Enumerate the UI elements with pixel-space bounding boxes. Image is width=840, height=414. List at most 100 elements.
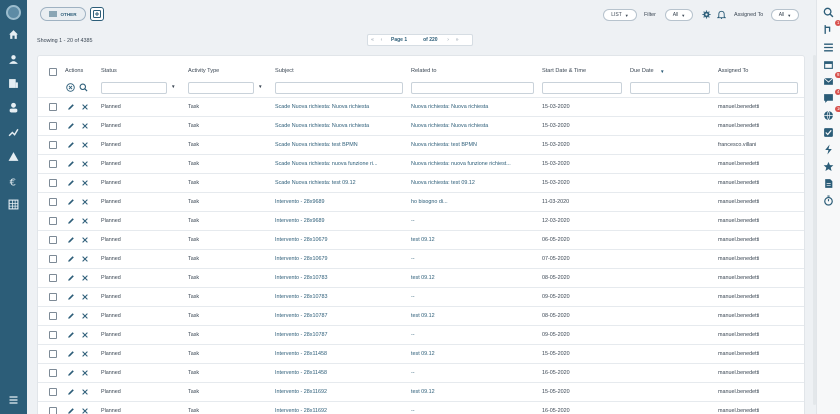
user-icon[interactable]	[8, 102, 19, 113]
subject-link[interactable]: Scade Nuova richiesta: Nuova richiesta	[275, 104, 395, 110]
table-row[interactable]: Planned Task Intervento - 28x10783 test 09.…	[38, 268, 804, 287]
due-date-filter[interactable]	[630, 82, 710, 94]
related-to-link[interactable]: --	[411, 332, 529, 338]
page-label[interactable]: Page 1	[391, 37, 407, 43]
subject-link[interactable]: Intervento - 28x11692	[275, 389, 395, 395]
close-icon[interactable]	[81, 331, 89, 339]
row-checkbox[interactable]	[49, 122, 57, 130]
table-row[interactable]: Planned Task Scade Nuova richiesta: test B…	[38, 135, 804, 154]
related-to-link[interactable]: Nuova richiesta: Nuova richiesta	[411, 123, 529, 129]
pencil-icon[interactable]	[67, 331, 75, 339]
close-icon[interactable]	[81, 369, 89, 377]
row-checkbox[interactable]	[49, 312, 57, 320]
table-row[interactable]: Planned Task Intervento - 28x11692 -- 16-05-…	[38, 401, 804, 414]
pencil-icon[interactable]	[67, 274, 75, 282]
subject-link[interactable]: Scade Nuova richiesta: nuova funzione ri…	[275, 161, 395, 167]
col-start-date[interactable]: Start Date & Time	[542, 68, 586, 74]
filter-select[interactable]: All ▼	[665, 9, 693, 21]
row-checkbox[interactable]	[49, 141, 57, 149]
assigned-to-filter[interactable]	[718, 82, 798, 94]
pencil-icon[interactable]	[67, 179, 75, 187]
related-to-link[interactable]: Nuova richiesta: test 09.12	[411, 180, 529, 186]
chat-icon[interactable]: 4	[823, 89, 840, 104]
col-status[interactable]: Status	[101, 68, 117, 74]
related-to-link[interactable]: --	[411, 370, 529, 376]
subject-link[interactable]: Intervento - 28x11458	[275, 351, 395, 357]
related-to-link[interactable]: test 09.12	[411, 313, 529, 319]
subject-link[interactable]: Scade Nuova richiesta: Nuova richiesta	[275, 123, 395, 129]
table-row[interactable]: Planned Task Intervento - 28x11458 -- 16-05-…	[38, 363, 804, 382]
row-checkbox[interactable]	[49, 274, 57, 282]
subject-link[interactable]: Intervento - 28x11458	[275, 370, 395, 376]
search-icon[interactable]	[823, 7, 834, 18]
related-to-link[interactable]: --	[411, 218, 529, 224]
related-to-link[interactable]: Nuova richiesta: nuova funzione richiest…	[411, 161, 529, 167]
row-checkbox[interactable]	[49, 331, 57, 339]
row-checkbox[interactable]	[49, 160, 57, 168]
pencil-icon[interactable]	[67, 407, 75, 414]
euro-icon[interactable]: €	[8, 176, 19, 187]
other-button[interactable]: OTHER	[40, 7, 86, 21]
add-button[interactable]	[90, 7, 104, 21]
pencil-icon[interactable]	[67, 388, 75, 396]
pencil-icon[interactable]	[67, 122, 75, 130]
globe-icon[interactable]: 169	[823, 106, 840, 121]
related-to-link[interactable]: --	[411, 408, 529, 414]
sort-desc-icon[interactable]: ▼	[660, 69, 665, 74]
subject-link[interactable]: Intervento - 28x9689	[275, 199, 395, 205]
table-row[interactable]: Planned Task Intervento - 28x10679 -- 07-05-…	[38, 249, 804, 268]
close-icon[interactable]	[81, 103, 89, 111]
related-to-link[interactable]: test 09.12	[411, 351, 529, 357]
table-row[interactable]: Planned Task Intervento - 28x10787 -- 09-05-…	[38, 325, 804, 344]
status-filter-caret-icon[interactable]: ▼	[171, 84, 176, 89]
col-related-to[interactable]: Related to	[411, 68, 437, 74]
activity-type-filter[interactable]	[188, 82, 254, 94]
stopwatch-icon[interactable]	[823, 195, 834, 206]
row-checkbox[interactable]	[49, 179, 57, 187]
pencil-icon[interactable]	[67, 293, 75, 301]
subject-link[interactable]: Scade Nuova richiesta: test 09.12	[275, 180, 395, 186]
document-icon[interactable]	[823, 178, 834, 189]
table-row[interactable]: Planned Task Intervento - 28x9689 -- 12-03-2…	[38, 211, 804, 230]
row-checkbox[interactable]	[49, 103, 57, 111]
related-to-link[interactable]: test 09.12	[411, 275, 529, 281]
prev-page-button[interactable]: ‹	[377, 37, 386, 43]
pencil-icon[interactable]	[67, 255, 75, 263]
subject-link[interactable]: Intervento - 28x10679	[275, 237, 395, 243]
col-assigned-to[interactable]: Assigned To	[718, 68, 748, 74]
activity-type-filter-caret-icon[interactable]: ▼	[258, 84, 263, 89]
pencil-icon[interactable]	[67, 236, 75, 244]
mail-icon[interactable]: 91	[823, 72, 840, 87]
pencil-icon[interactable]	[67, 312, 75, 320]
close-icon[interactable]	[81, 141, 89, 149]
close-icon[interactable]	[81, 236, 89, 244]
close-icon[interactable]	[81, 350, 89, 358]
related-to-link[interactable]: ho bisogno di...	[411, 199, 529, 205]
close-icon[interactable]	[81, 274, 89, 282]
view-mode-select[interactable]: LIST ▼	[603, 9, 637, 21]
related-to-filter[interactable]	[411, 82, 534, 94]
related-to-link[interactable]: Nuova richiesta: test BPMN	[411, 142, 529, 148]
row-checkbox[interactable]	[49, 388, 57, 396]
subject-link[interactable]: Intervento - 28x9689	[275, 218, 395, 224]
table-row[interactable]: Planned Task Intervento - 28x10679 test 09.…	[38, 230, 804, 249]
subject-link[interactable]: Scade Nuova richiesta: test BPMN	[275, 142, 395, 148]
subject-link[interactable]: Intervento - 28x10783	[275, 275, 395, 281]
subject-link[interactable]: Intervento - 28x10783	[275, 294, 395, 300]
pencil-icon[interactable]	[67, 198, 75, 206]
table-row[interactable]: Planned Task Scade Nuova richiesta: nuova …	[38, 154, 804, 173]
close-icon[interactable]	[81, 122, 89, 130]
table-row[interactable]: Planned Task Intervento - 28x11458 test 09.…	[38, 344, 804, 363]
pencil-icon[interactable]	[67, 369, 75, 377]
history-icon[interactable]: 1	[823, 20, 840, 35]
row-checkbox[interactable]	[49, 293, 57, 301]
app-logo[interactable]	[6, 5, 21, 20]
contacts-icon[interactable]	[8, 54, 19, 65]
row-checkbox[interactable]	[49, 350, 57, 358]
clear-filter-icon[interactable]	[66, 83, 75, 92]
star-icon[interactable]	[823, 161, 834, 172]
related-to-link[interactable]: test 09.12	[411, 237, 529, 243]
last-page-button[interactable]: »	[453, 37, 462, 43]
row-checkbox[interactable]	[49, 255, 57, 263]
close-icon[interactable]	[81, 388, 89, 396]
